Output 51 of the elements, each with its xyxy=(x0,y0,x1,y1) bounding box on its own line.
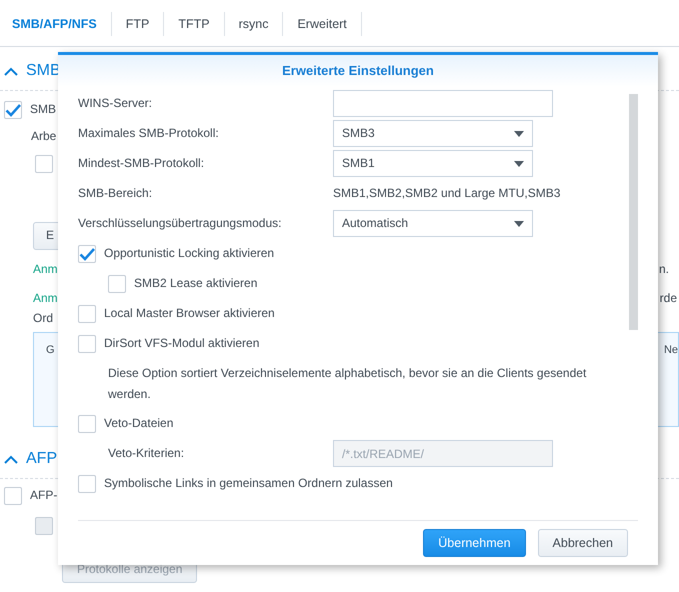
note-text: n. xyxy=(658,262,669,278)
chevron-icon[interactable] xyxy=(4,66,18,76)
description-text: Diese Option sortiert Verzeichniselemente alphabetisch, bevor sie an die Clients gesendet werden. xyxy=(108,364,588,403)
tab[interactable]: Erweitert xyxy=(283,12,362,36)
field-label: Maximales SMB-Protokoll: xyxy=(78,126,220,142)
checkbox[interactable] xyxy=(4,100,22,119)
checkbox[interactable] xyxy=(4,487,22,506)
checkbox-label: Veto-Dateien xyxy=(104,416,174,432)
checkbox[interactable] xyxy=(78,244,96,263)
dropdown[interactable]: SMB1 xyxy=(333,150,533,178)
caret-icon xyxy=(514,220,524,227)
note-text: Ord xyxy=(33,310,54,325)
label: Arbe xyxy=(31,128,56,143)
checkbox[interactable] xyxy=(35,155,53,174)
note-text: Anm xyxy=(33,262,58,278)
field-label: SMB-Bereich: xyxy=(78,186,154,202)
field-label: Mindest-SMB-Protokoll: xyxy=(78,156,206,172)
caret-icon xyxy=(514,160,524,167)
section-title: AFP xyxy=(26,449,58,470)
info-text: G xyxy=(46,343,55,358)
checkbox-label: Opportunistic Locking aktivieren xyxy=(104,246,274,262)
info-text: Ne xyxy=(664,343,678,358)
tab[interactable]: rsync xyxy=(224,12,284,36)
checkbox-label: Local Master Browser aktivieren xyxy=(104,306,275,322)
checkbox-label: SMB2 Lease aktivieren xyxy=(134,276,258,292)
field-label: Veto-Kriterien: xyxy=(108,446,186,462)
field-label: WINS-Server: xyxy=(78,96,154,112)
input-field[interactable] xyxy=(333,90,553,118)
note-text: rde xyxy=(660,291,677,307)
button[interactable]: Abbrechen xyxy=(538,528,628,557)
field-value: SMB1,SMB2,SMB2 und Large MTU,SMB3 xyxy=(333,186,560,202)
checkbox[interactable] xyxy=(78,304,96,323)
tab[interactable]: SMB/AFP/NFS xyxy=(0,12,112,36)
checkbox-label: AFP- xyxy=(30,488,58,504)
dropdown[interactable]: SMB3 xyxy=(333,120,533,148)
checkbox[interactable] xyxy=(78,474,96,493)
tab[interactable]: TFTP xyxy=(164,12,225,36)
checkbox[interactable] xyxy=(78,414,96,433)
tab[interactable]: FTP xyxy=(112,12,164,36)
chevron-icon[interactable] xyxy=(4,455,18,464)
checkbox-label: DirSort VFS-Modul aktivieren xyxy=(104,336,260,352)
checkbox-label: SMB xyxy=(30,102,56,118)
scrollbar[interactable] xyxy=(629,94,638,330)
checkbox-label: Symbolische Links in gemeinsamen Ordnern zulassen xyxy=(104,476,393,492)
checkbox[interactable] xyxy=(108,274,126,293)
dialog-title: Erweiterte Einstellungen xyxy=(58,55,658,87)
caret-icon xyxy=(514,130,524,137)
note-text: Anm xyxy=(33,291,58,307)
checkbox[interactable] xyxy=(78,334,96,353)
dropdown[interactable]: Automatisch xyxy=(333,210,533,238)
field-label: Verschlüsselungsübertragungsmodus: xyxy=(78,216,282,232)
